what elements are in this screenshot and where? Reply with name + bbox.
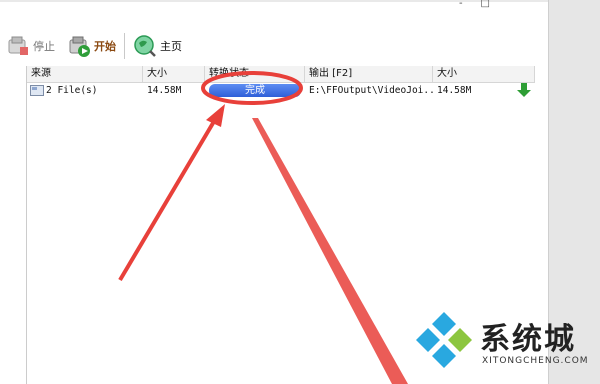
- col-out-size[interactable]: 大小: [433, 66, 535, 82]
- start-button[interactable]: 开始: [61, 30, 122, 62]
- stop-icon: [6, 34, 30, 58]
- row-size: 14.58M: [147, 85, 182, 96]
- start-label: 开始: [94, 40, 116, 53]
- start-icon: [67, 34, 91, 58]
- watermark-logo-icon: [416, 312, 472, 368]
- watermark-name: 系统城: [480, 322, 576, 357]
- home-button[interactable]: 主页: [127, 30, 188, 62]
- home-icon: [133, 34, 157, 58]
- stop-button[interactable]: 停止: [0, 30, 61, 62]
- watermark: 系统城 XITONGCHENG.COM: [406, 300, 600, 384]
- row-source: 2 File(s): [46, 85, 98, 96]
- maximize-button[interactable]: □: [481, 0, 490, 10]
- row-out-size: 14.58M: [437, 85, 472, 96]
- title-buttons: - □: [459, 0, 490, 10]
- toolbar: 停止 开始 主页: [0, 30, 548, 62]
- list-header: 来源 大小 转换状态 输出 [F2] 大小: [27, 66, 535, 83]
- home-label: 主页: [160, 40, 182, 53]
- top-border: [0, 0, 600, 2]
- status-badge: 完成: [209, 84, 301, 97]
- watermark-url: XITONGCHENG.COM: [482, 356, 589, 366]
- row-output[interactable]: E:\FFOutput\VideoJoi...: [305, 83, 433, 99]
- minimize-button[interactable]: -: [459, 0, 463, 10]
- col-size[interactable]: 大小: [143, 66, 205, 82]
- stop-label: 停止: [33, 40, 55, 53]
- toolbar-separator: [124, 33, 125, 59]
- col-status[interactable]: 转换状态: [205, 66, 305, 82]
- table-row[interactable]: 2 File(s) 14.58M 完成 E:\FFOutput\VideoJoi…: [27, 83, 535, 99]
- col-source[interactable]: 来源: [27, 66, 143, 82]
- download-arrow-icon[interactable]: [517, 83, 531, 101]
- col-output[interactable]: 输出 [F2]: [305, 66, 433, 82]
